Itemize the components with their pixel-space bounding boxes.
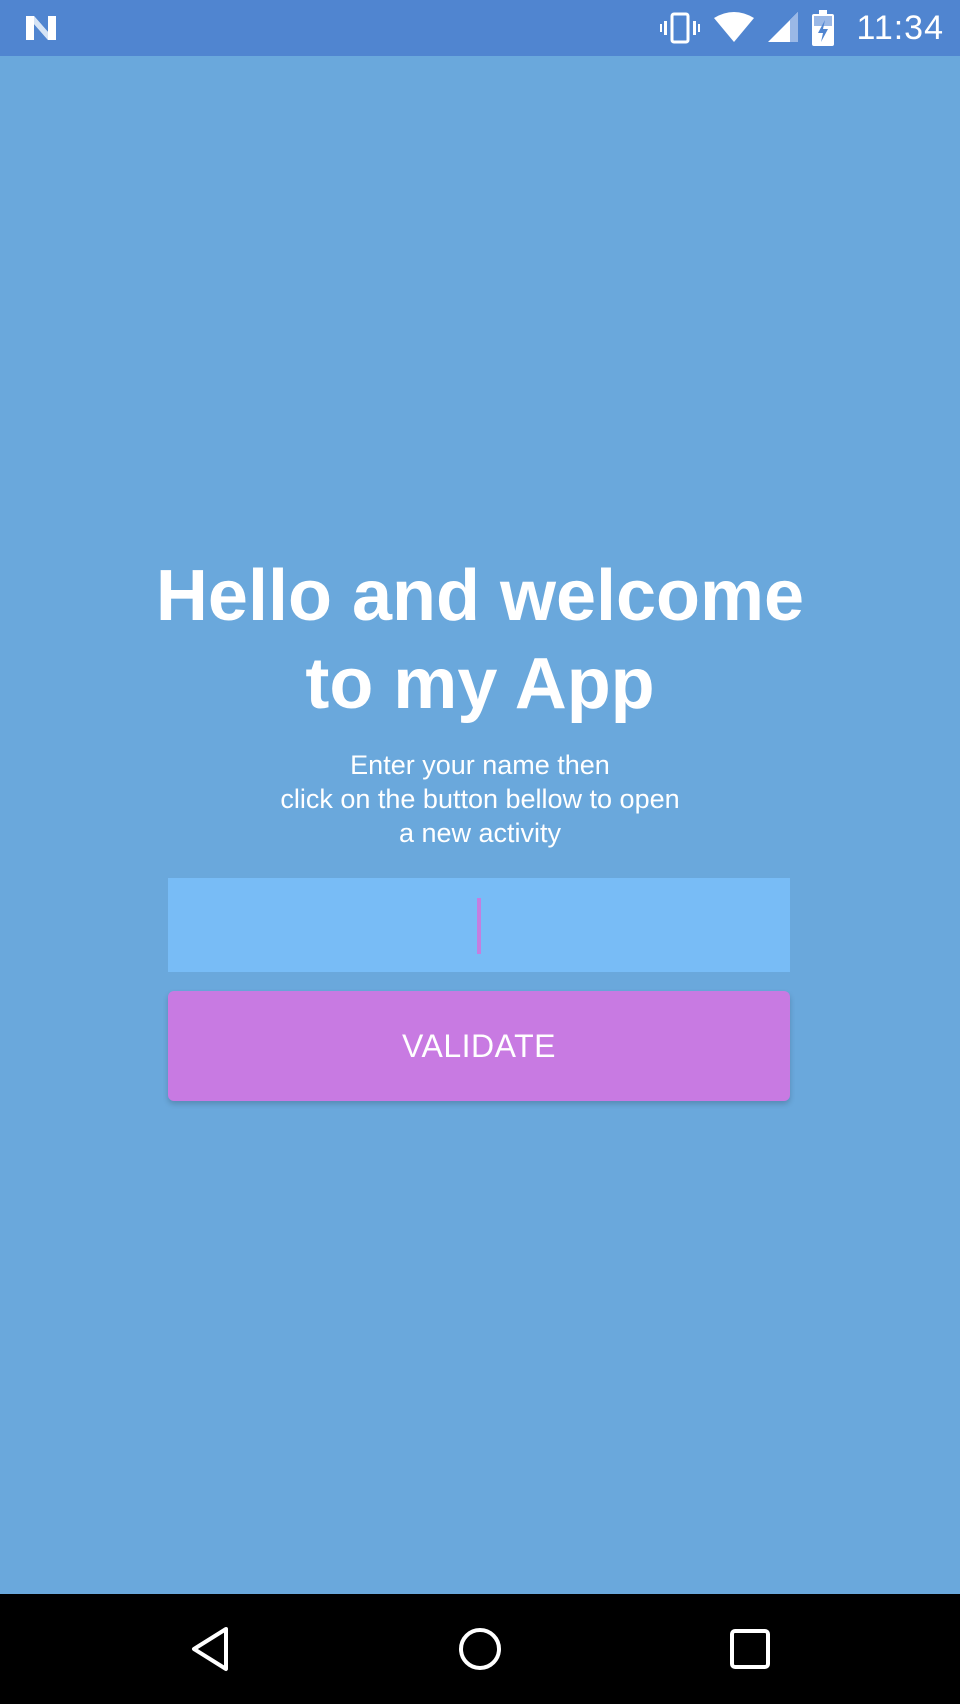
status-clock: 11:34 — [856, 8, 944, 47]
welcome-title-line-2: to my App — [305, 644, 655, 724]
status-bar: 11:34 — [0, 0, 960, 56]
instructions-line-3: a new activity — [398, 818, 562, 848]
instructions-line-1: Enter your name then — [350, 750, 610, 780]
home-icon — [459, 1628, 501, 1670]
instructions-line-2: click on the button bellow to open — [280, 784, 680, 814]
signal-icon — [768, 12, 799, 42]
back-button[interactable] — [150, 1594, 270, 1704]
name-input-cursor-layer — [168, 878, 790, 972]
instructions-text: Enter your name then click on the button… — [0, 748, 960, 850]
battery-charging-icon — [812, 10, 835, 46]
back-icon — [192, 1627, 228, 1671]
welcome-title-line-1: Hello and welcome — [155, 556, 805, 636]
wifi-icon — [714, 12, 755, 42]
recents-icon — [730, 1629, 770, 1669]
text-cursor — [477, 898, 481, 954]
vibrate-icon — [660, 12, 701, 44]
recents-button[interactable] — [690, 1594, 810, 1704]
navigation-bar — [0, 1594, 960, 1704]
home-button[interactable] — [420, 1594, 540, 1704]
status-icons: 11:34 — [660, 0, 944, 56]
welcome-title: Hello and welcome to my App — [0, 552, 960, 728]
n-logo-icon — [26, 16, 56, 40]
validate-button[interactable]: VALIDATE — [168, 991, 790, 1101]
